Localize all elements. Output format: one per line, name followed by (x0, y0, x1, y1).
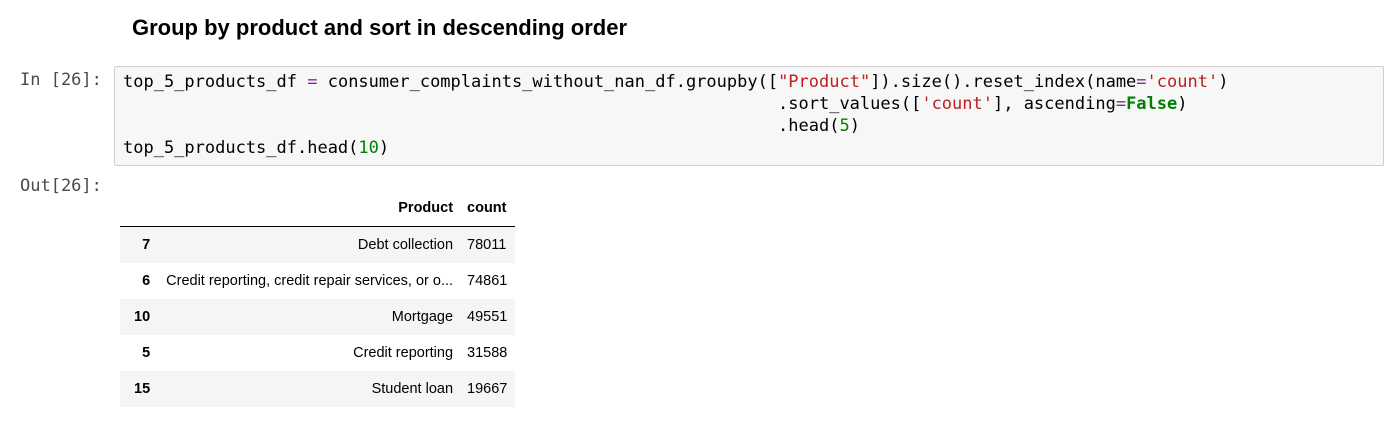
code-editor[interactable]: top_5_products_df = consumer_complaints_… (123, 71, 1228, 159)
table-row: 10 Mortgage 49551 (120, 299, 516, 335)
code-line-4: top_5_products_df.head(10) (123, 138, 390, 158)
product-cell: Student loan (371, 381, 454, 397)
code-cell[interactable]: top_5_products_df = consumer_complaints_… (114, 66, 1384, 166)
row-index: 10 (134, 309, 151, 325)
section-heading: Group by product and sort in descending … (132, 15, 628, 40)
code-line-2: .sort_values(['count'], ascending=False) (123, 94, 1188, 114)
code-line-3: .head(5) (123, 116, 860, 136)
table-header-row: Product count (120, 190, 516, 227)
row-index: 6 (142, 273, 151, 289)
input-prompt: In [26]: (20, 70, 102, 90)
table-row: 7 Debt collection 78011 (120, 226, 516, 263)
row-index: 15 (134, 381, 151, 397)
table-row: 15 Student loan 19667 (120, 371, 516, 407)
row-index: 5 (142, 345, 151, 361)
output-prompt: Out[26]: (20, 176, 102, 196)
product-column-header: Product (158, 190, 462, 227)
product-cell: Mortgage (391, 309, 454, 325)
count-cell: 78011 (467, 237, 507, 253)
dataframe-table: Product count 7 Debt collection 78011 6 … (120, 190, 516, 407)
table-row: 6 Credit reporting, credit repair servic… (120, 263, 516, 299)
table-row: 5 Credit reporting 31588 (120, 335, 516, 371)
product-cell: Credit reporting (353, 345, 454, 361)
code-line-1: top_5_products_df = consumer_complaints_… (123, 72, 1229, 92)
count-cell: 74861 (467, 273, 508, 289)
product-cell: Debt collection (357, 237, 454, 253)
count-cell: 31588 (467, 345, 508, 361)
count-cell: 49551 (467, 309, 508, 325)
count-cell: 19667 (467, 381, 508, 397)
index-header (120, 190, 159, 227)
row-index: 7 (142, 237, 151, 253)
product-cell: Credit reporting, credit repair services… (166, 273, 454, 289)
count-column-header: count (461, 190, 516, 227)
